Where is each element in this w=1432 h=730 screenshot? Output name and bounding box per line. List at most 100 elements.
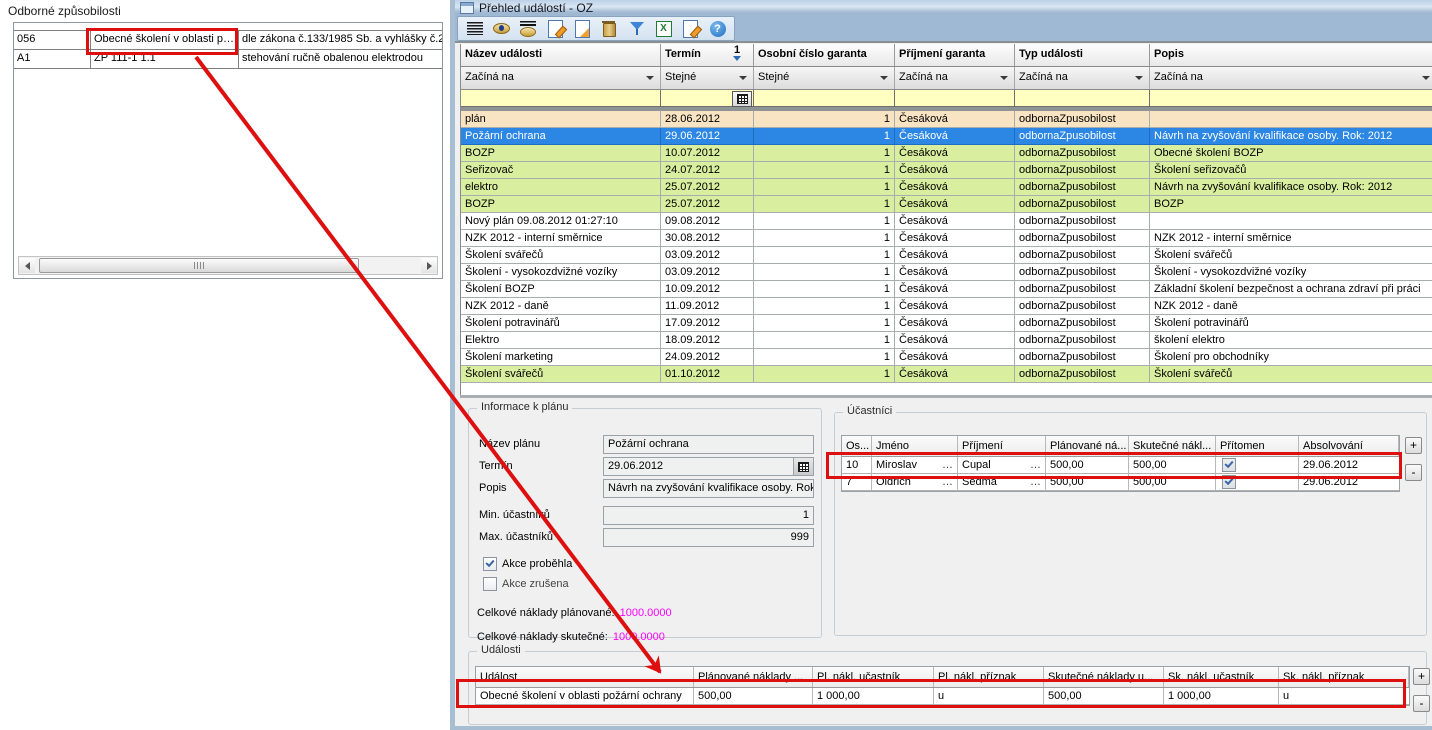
grid-cell-type: odbornaZpusobilost (1015, 230, 1150, 247)
sort-down-icon (733, 56, 741, 61)
grid-row[interactable]: BOZP25.07.20121ČesákováodbornaZpusobilos… (461, 196, 1432, 213)
help-button[interactable] (704, 18, 731, 39)
action-held-checkbox[interactable] (483, 557, 497, 571)
grid-row[interactable]: Seřizovač24.07.20121ČesákováodbornaZpuso… (461, 162, 1432, 179)
scrollbar-thumb[interactable] (39, 258, 359, 273)
calendar-button[interactable] (732, 91, 752, 107)
events-column-header[interactable]: Plánované náklady ... (694, 667, 813, 687)
events-column-header[interactable]: Sk. nákl. příznak (1279, 667, 1409, 687)
excel-export-button[interactable] (650, 18, 677, 39)
action-cancelled-checkbox[interactable] (483, 577, 497, 591)
grid-row[interactable]: Školení marketing24.09.20121Česákováodbo… (461, 349, 1432, 366)
view-button[interactable] (488, 18, 515, 39)
events-column-header[interactable]: Sk. nákl. učastník (1164, 667, 1279, 687)
new-record-button[interactable] (542, 18, 569, 39)
table-row[interactable]: A1 ZP 111-1 1.1 stehování ručně obalenou… (14, 50, 442, 69)
calendar-button[interactable] (793, 458, 813, 475)
present-checkbox[interactable] (1222, 475, 1236, 489)
add-event-button[interactable]: + (1413, 668, 1430, 685)
grid-row[interactable]: Školení svářečů03.09.20121Česákováodborn… (461, 247, 1432, 264)
plan-date-field[interactable]: 29.06.2012 (603, 457, 814, 476)
grid-column-header[interactable]: Popis (1150, 44, 1432, 66)
grid-row[interactable]: Školení svářečů01.10.20121Česákováodborn… (461, 366, 1432, 383)
scroll-left-button[interactable] (19, 258, 35, 273)
grid-cell-type: odbornaZpusobilost (1015, 332, 1150, 349)
grid-row[interactable]: Elektro18.09.20121ČesákováodbornaZpusobi… (461, 332, 1432, 349)
window-titlebar[interactable]: Přehled událostí - OZ (455, 0, 1432, 15)
participants-column-header[interactable]: Přítomen (1216, 436, 1299, 456)
grid-row[interactable]: Nový plán 09.08.2012 01:27:1009.08.20121… (461, 213, 1432, 230)
ellipsis-button[interactable]: … (942, 459, 953, 471)
search-input-cell[interactable] (754, 90, 895, 107)
grid-column-header[interactable]: Termín1 (661, 44, 754, 66)
search-input-cell[interactable] (1015, 90, 1150, 107)
grid-column-header[interactable]: Příjmení garanta (895, 44, 1015, 66)
filter-dropdown[interactable]: Začíná na (1150, 67, 1432, 89)
filter-dropdown[interactable]: Začíná na (895, 67, 1015, 89)
participant-row[interactable]: 10Miroslav…Cupal…500,00500,0029.06.2012 (842, 457, 1399, 474)
min-participants-field[interactable]: 1 (603, 506, 814, 525)
filter-dropdown[interactable]: Začíná na (461, 67, 661, 89)
cell-skut_priznak: u (1279, 688, 1409, 705)
filter-dropdown[interactable]: Stejné (661, 67, 754, 89)
grid-row[interactable]: Školení BOZP10.09.20121ČesákováodbornaZp… (461, 281, 1432, 298)
view-columns-button[interactable] (515, 18, 542, 39)
total-value: 1000.0000 (613, 631, 665, 643)
events-window: Přehled událostí - OZ Název událostiTerm… (450, 0, 1432, 730)
scroll-right-button[interactable] (421, 258, 437, 273)
edit-notes-button[interactable] (677, 18, 704, 39)
grid-column-header[interactable]: Název události (461, 44, 661, 66)
events-column-header[interactable]: Pl. nákl. příznak (934, 667, 1044, 687)
search-input-cell[interactable] (461, 90, 661, 107)
add-participant-button[interactable]: + (1405, 437, 1422, 454)
grid-column-header[interactable]: Typ události (1015, 44, 1150, 66)
grid-cell-garant: Česáková (895, 111, 1015, 128)
filter-button[interactable] (623, 18, 650, 39)
ellipsis-button[interactable]: … (1030, 476, 1041, 488)
events-column-header[interactable]: Skutečné náklady u... (1044, 667, 1164, 687)
delete-button[interactable] (596, 18, 623, 39)
participants-column-header[interactable]: Příjmení (958, 436, 1046, 456)
participants-column-header[interactable]: Plánované ná... (1046, 436, 1129, 456)
grid-cell-garant: Česáková (895, 230, 1015, 247)
edit-notes-icon (683, 20, 698, 38)
grid-cell-num: 1 (754, 264, 895, 281)
search-input-cell[interactable] (1150, 90, 1432, 107)
plan-name-field[interactable]: Požární ochrana (603, 435, 814, 454)
search-input-cell[interactable] (895, 90, 1015, 107)
remove-event-button[interactable]: - (1413, 695, 1430, 712)
grid-row[interactable]: Školení potravinářů17.09.20121Česákováod… (461, 315, 1432, 332)
grid-row[interactable]: plán28.06.20121ČesákováodbornaZpusobilos… (461, 111, 1432, 128)
events-column-header[interactable]: Událost (476, 667, 694, 687)
events-column-header[interactable]: Pl. nákl. učastník (813, 667, 934, 687)
chevron-down-icon (880, 76, 888, 80)
present-checkbox[interactable] (1222, 458, 1236, 472)
search-input-cell[interactable] (661, 90, 754, 107)
max-participants-field[interactable]: 999 (603, 528, 814, 547)
grid-cell-num: 1 (754, 247, 895, 264)
grid-row[interactable]: elektro25.07.20121ČesákováodbornaZpusobi… (461, 179, 1432, 196)
ellipsis-button[interactable]: … (1030, 459, 1041, 471)
participants-column-header[interactable]: Absolvování (1299, 436, 1399, 456)
rows-button[interactable] (461, 18, 488, 39)
event-row[interactable]: Obecné školení v oblasti požární ochrany… (476, 688, 1409, 705)
grid-column-header[interactable]: Osobní číslo garanta (754, 44, 895, 66)
grid-row[interactable]: Školení - vysokozdvižné vozíky03.09.2012… (461, 264, 1432, 281)
participants-column-header[interactable]: Skutečné nákl... (1129, 436, 1216, 456)
grid-row[interactable]: NZK 2012 - interní směrnice30.08.20121Če… (461, 230, 1432, 247)
grid-cell-num: 1 (754, 230, 895, 247)
grid-row[interactable]: BOZP10.07.20121ČesákováodbornaZpusobilos… (461, 145, 1432, 162)
remove-participant-button[interactable]: - (1405, 464, 1422, 481)
participants-column-header[interactable]: Jméno (872, 436, 958, 456)
ellipsis-button[interactable]: … (942, 476, 953, 488)
participants-column-header[interactable]: Os... (842, 436, 872, 456)
grid-row[interactable]: Požární ochrana29.06.20121Česákováodborn… (461, 128, 1432, 145)
horizontal-scrollbar[interactable] (18, 256, 438, 275)
grid-row[interactable]: NZK 2012 - daně11.09.20121Česákováodborn… (461, 298, 1432, 315)
filter-dropdown[interactable]: Začíná na (1015, 67, 1150, 89)
filter-dropdown[interactable]: Stejné (754, 67, 895, 89)
edit-record-button[interactable] (569, 18, 596, 39)
plan-desc-field[interactable]: Návrh na zvyšování kvalifikace osoby. Ro… (603, 479, 814, 498)
participant-row[interactable]: 7Oldřich…Sedma…500,00500,0029.06.2012 (842, 474, 1399, 491)
table-row[interactable]: 056 Obecné školení v oblasti p… dle záko… (14, 31, 442, 50)
